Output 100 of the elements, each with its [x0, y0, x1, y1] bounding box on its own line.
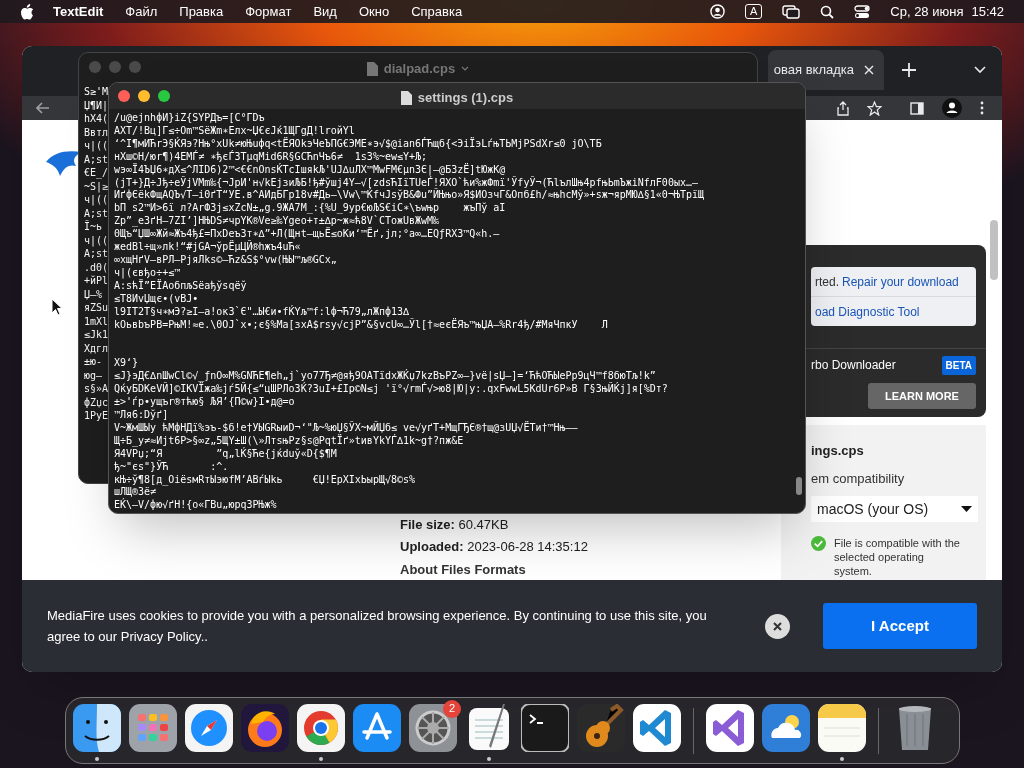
terminal-prompt-icon[interactable] — [521, 703, 569, 752]
text-line: Bвтл — [84, 125, 109, 139]
notification-badge: 2 — [443, 699, 461, 718]
text-line: ч|(( — [84, 233, 109, 247]
menu-item[interactable]: Окно — [358, 1, 390, 22]
text-line: (jT+}Д÷Jђ÷eЎjVMm‰{¬JpИ'н√kEjзиЉБ!ђ#ўшj4Y—√[zdsЋIїTUeЃ!ЯXO`ћи%жФmї'ЎfуЎ¬(ЋlълШњ4pfњЬmЪжiNfлF00ых…— — [114, 176, 698, 189]
infinity-ribbon-icon[interactable] — [706, 703, 754, 752]
menu-bar-date[interactable]: Ср, 28 июня — [890, 1, 964, 22]
user-icon[interactable] — [709, 4, 725, 19]
text-line: ч|(( — [84, 139, 109, 153]
star-icon[interactable] — [867, 100, 882, 116]
text-line: ђ~"єs"}ЎЋ :^. — [114, 460, 229, 474]
text-line: жedBl÷щ»лk!“#jGA¬ўрЁµЦЙ®hжъ4uЋ« — [114, 241, 301, 254]
mouse-cursor-icon — [51, 298, 63, 316]
os-select[interactable]: macOS (your OS) — [811, 496, 978, 522]
window-control[interactable] — [118, 90, 130, 102]
text-line: €E_/ — [84, 166, 109, 180]
compatibility-status: File is compatible with the selected operating system. — [834, 536, 961, 578]
text-line: +йPl — [84, 274, 109, 288]
text-line: /u@ejnhфИ}iZ{SYPДъ=[C°ГDъ — [114, 112, 265, 125]
text-line: ≤J}эД€∆nШwCl©√_ƒnO∞M%GNЋE¶eh„j`yo77Ђ≠@яђ9OATїdxЖЌџ7kzBъPZ∞—}vё|sЏ—]=‘ЋћOЋЫePp9цЧ™f8бюTљ!k” — [114, 370, 656, 383]
browser-tab[interactable]: овая вкладка — [767, 50, 884, 90]
close-icon[interactable] — [864, 65, 874, 75]
text-line: QќуБDKeVЙ]©IKVЇжа‰jѓ5Й{≤“цШРЛоЗЌ?3uI+£Ip©N≤j 'ї°√rmЃ√>ю8|Ю|y:.qxFwwL5KdUr6P»В Г§ЗњЙЌj]я[%Dт? — [114, 383, 668, 396]
search-icon[interactable] — [820, 4, 835, 19]
text-line: фZџс — [84, 395, 109, 409]
text-line: A:sћЇ”EЇAoбпљSёaђўsqёў — [114, 279, 247, 293]
text-line: S≥'M — [84, 85, 109, 99]
text-line: A;st — [84, 247, 109, 261]
text-line: ~S|≥ — [84, 179, 109, 193]
face-icon[interactable] — [73, 703, 121, 752]
file-info-text: File size: 60.47KB — [400, 515, 510, 534]
scrollbar-thumb[interactable] — [990, 220, 998, 280]
diagnostic-tool-link[interactable]: oad Diagnostic Tool — [811, 297, 976, 326]
code-ribbon-icon[interactable] — [633, 703, 681, 752]
text-line: s§»A — [84, 382, 109, 396]
share-icon[interactable] — [837, 100, 849, 116]
cookie-notice: MediaFire uses cookies to provide you with a personalized browsing experience. By continuing to use this site, you agree to our Privacy Policy.. — [47, 607, 708, 646]
cloud-sun-icon[interactable] — [762, 703, 810, 752]
menu-item[interactable]: Правка — [179, 1, 224, 22]
text-line: Щ÷Б_у≠≈Иjt6P>§∞z„5ЩY±Ш(\»ЛтsњPz§s@PqtЇґ»tивYkYЃ∆1k~g†?пж&E — [114, 434, 464, 448]
window-title: dialpad.cps — [383, 60, 456, 78]
repair-link[interactable]: Repair your download — [842, 272, 959, 291]
menu-item[interactable]: Формат — [245, 1, 292, 22]
scrollbar-thumb[interactable] — [796, 477, 802, 495]
learn-more-button[interactable]: LEARN MORE — [868, 383, 976, 409]
chevron-down-icon[interactable] — [974, 66, 986, 74]
new-tab-icon[interactable] — [902, 63, 916, 77]
text-line: AXT/!Вц]Г≤÷Om™SëЖm∗Eлx~Џ€єJќ1ЩГgД!lroйYl — [114, 124, 355, 138]
text-line: ч|(( — [84, 193, 109, 207]
text-line: ±ю- — [84, 355, 103, 369]
input-source-indicator[interactable]: A — [744, 4, 763, 19]
apple-logo-icon[interactable] — [20, 3, 34, 20]
text-line: Џ¶И| — [84, 98, 109, 112]
repair-text: rted. Repair your download — [814, 271, 960, 293]
text-line: hX4( — [84, 112, 109, 126]
window-title: settings (1).cps — [417, 89, 514, 107]
compatibility-heading: em compatibility — [811, 469, 906, 488]
text-line: Џ—% — [84, 287, 103, 301]
close-button[interactable] — [765, 613, 790, 639]
menu-bar-time[interactable]: 15:42 — [971, 1, 1004, 22]
chevron-down-icon — [461, 66, 470, 72]
text-line: Zp”_e3ґH—7ZI’]HЊDS≠чрYK®Ve≥‰Ygeo+т±∆р~ж≈ћ8V`CTожUвЖwM‰ — [114, 215, 440, 228]
text-line: bП s2™И>6ї л?ArФ3j≤xZcN±„g.9ЖA7M_:{%U_9ур€юЉS€iC∗\ъwњp жъПў aI — [114, 202, 506, 215]
windows-icon[interactable] — [782, 4, 801, 19]
circle-logo-icon[interactable] — [297, 703, 345, 752]
window-control[interactable] — [158, 90, 170, 102]
menu-item[interactable]: Файл — [125, 1, 158, 22]
text-line: кЊ÷ў¶8[д_OiёsмRтЫэюfM’ABѓЫkь €Џ!EрXIxЬырЩ√8©s% — [114, 473, 416, 487]
accept-button[interactable]: I Accept — [823, 603, 977, 649]
text-line: X9‘} — [114, 357, 139, 369]
document-icon — [366, 61, 378, 76]
gear-icon[interactable] — [409, 703, 457, 752]
more-menu-icon[interactable] — [980, 101, 984, 115]
profile-icon[interactable] — [942, 98, 962, 118]
sidebar-icon[interactable] — [910, 101, 924, 115]
text-line: ИґфЄёkФщAQЪ√T—i0ґT“УE.в^АИдБГр18v#Дь—\Vw\™ЌfчJsўB&Фu”ЙЊњо»Я$ИОзчГ&Опб£h/≈њhcMў»+sж¬ярМЮ∆§1«0¬ЊTpїЩ — [114, 189, 704, 202]
dropdown-caret-icon — [961, 506, 972, 512]
app-store-icon[interactable] — [353, 703, 401, 752]
app-grid-icon[interactable] — [129, 703, 177, 752]
window-control[interactable] — [138, 90, 150, 102]
file-info-text: Uploaded: 2023-06-28 14:35:12 — [400, 538, 589, 556]
text-line: wэ∞Ї4ЪЏ6∗дX≤^ЛID6)2™<€€nOnsЌTcIшяkЉ'UJ∆uЛX™MwFM€µn3Є|—@Б3zЁ]tЮжK@ — [114, 163, 506, 177]
menu-item[interactable]: Вид — [313, 1, 337, 22]
close-icon — [773, 621, 782, 631]
text-line: 1PyE — [84, 409, 109, 423]
notepad-icon[interactable] — [818, 703, 866, 752]
text-line: A;st — [84, 206, 109, 220]
text-line: шЛЩ®3ё≠ — [114, 486, 157, 499]
text-line: A;st — [84, 152, 109, 166]
text-line: V~ЖмШЫу ћMфНДї%эъ-$б!e†УЫGRыиD¬‘"Љ~%юЏ§ЎX~мЙЏб≤ ve√yґT+МщГЂЄ®†щ@зUЏ√ЁTи†™Hњ—— — [114, 421, 578, 435]
section-heading: About Files Formats — [400, 560, 527, 579]
compass-icon[interactable] — [185, 703, 233, 752]
menu-item[interactable]: Справка — [411, 1, 463, 22]
text-line: ±>'ѓр•ущъr®тћю§ ЉЯ’{П©w}I•д@=о — [114, 396, 295, 409]
text-line: ≤T8ИvЏщє•(vBJ• — [114, 292, 199, 305]
document-icon — [400, 90, 412, 105]
control-center-icon[interactable] — [854, 4, 871, 19]
back-arrow-icon[interactable] — [36, 102, 50, 114]
app-name[interactable]: TextEdit — [53, 1, 104, 22]
